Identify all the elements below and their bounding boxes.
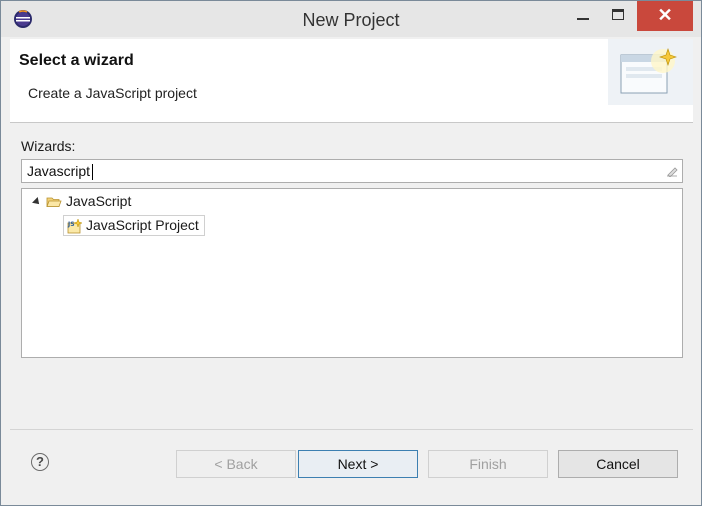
text-cursor [92, 164, 93, 180]
clear-filter-icon[interactable] [666, 165, 678, 177]
new-project-dialog: New Project ✕ Select a wizard Create a J… [0, 0, 702, 506]
svg-text:JS: JS [67, 221, 75, 228]
banner-title: Select a wizard [19, 52, 134, 69]
filter-text: Javascript [27, 163, 91, 179]
next-button[interactable]: Next > [298, 450, 418, 478]
banner-description: Create a JavaScript project [28, 85, 197, 101]
new-wizard-icon [608, 39, 693, 105]
maximize-button[interactable] [603, 1, 637, 31]
open-folder-icon [46, 197, 62, 207]
tree-node-javascript[interactable]: JavaScript [22, 192, 222, 212]
close-icon: ✕ [657, 5, 673, 25]
expanded-arrow-icon[interactable] [32, 197, 42, 207]
maximize-icon [612, 9, 624, 20]
finish-button[interactable]: Finish [428, 450, 548, 478]
javascript-project-icon: JS [67, 218, 83, 234]
help-button[interactable]: ? [31, 453, 49, 471]
minimize-icon [577, 18, 589, 20]
help-icon: ? [36, 454, 44, 469]
tree-node-javascript-project[interactable]: JS JavaScript Project [63, 215, 205, 236]
tree-node-label: JavaScript [66, 193, 132, 209]
minimize-button[interactable] [563, 1, 603, 31]
button-bar-separator [10, 429, 693, 430]
tree-node-label: JavaScript Project [86, 217, 199, 233]
close-button[interactable]: ✕ [637, 1, 693, 31]
title-bar[interactable]: New Project ✕ [1, 1, 701, 37]
wizards-label: Wizards: [21, 138, 76, 154]
back-button[interactable]: < Back [176, 450, 296, 478]
wizard-banner: Select a wizard Create a JavaScript proj… [10, 39, 693, 123]
wizard-filter-input[interactable]: Javascript [21, 159, 683, 183]
wizard-tree[interactable]: JavaScript JS JavaScript Project [21, 188, 683, 358]
cancel-button[interactable]: Cancel [558, 450, 678, 478]
